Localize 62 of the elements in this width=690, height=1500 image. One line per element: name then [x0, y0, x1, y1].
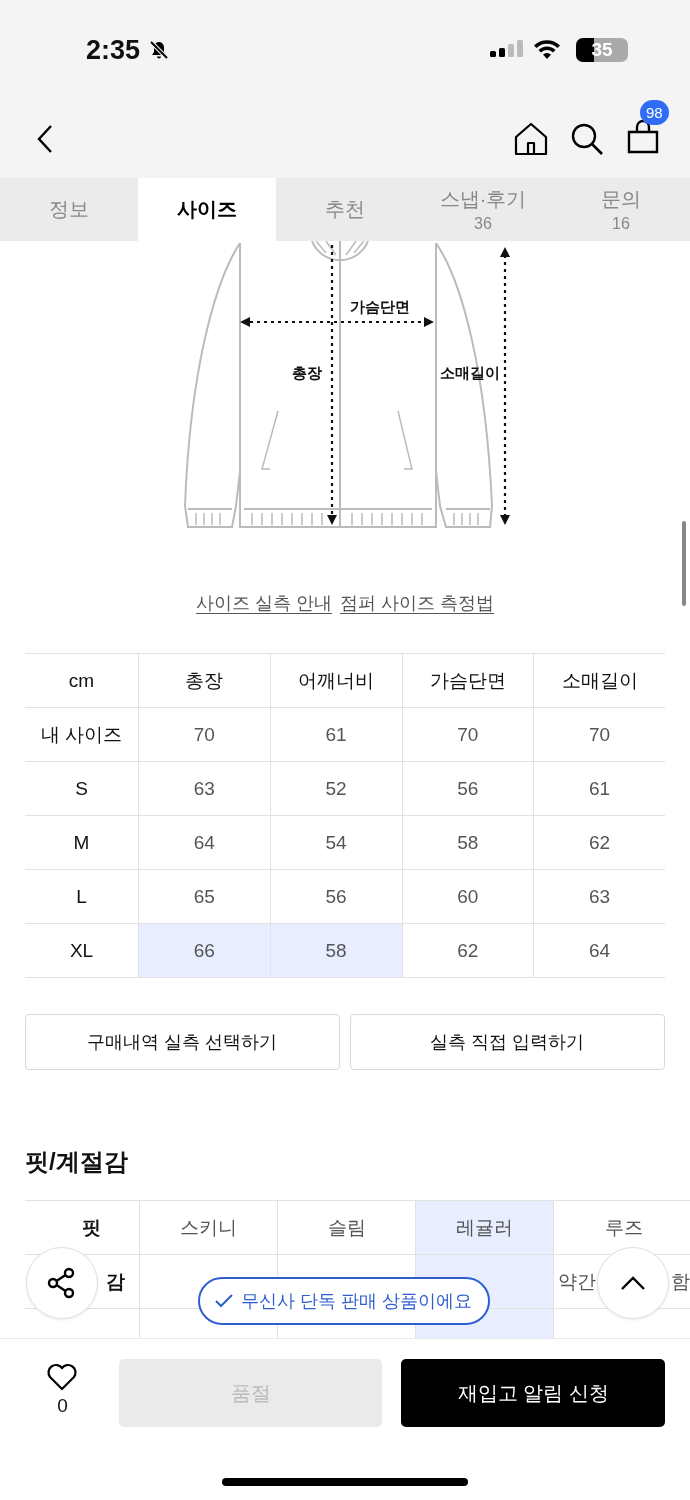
row-header: 감 — [106, 1269, 125, 1294]
table-cell: 64 — [138, 816, 270, 869]
share-button[interactable] — [26, 1247, 98, 1319]
table-cell: 62 — [401, 924, 534, 977]
column-header: 총장 — [138, 654, 270, 707]
section-title: 핏/계절감 — [25, 1147, 129, 1177]
table-cell: 60 — [401, 870, 534, 923]
like-count: 0 — [57, 1395, 68, 1417]
table-cell: 66 — [138, 924, 270, 977]
column-header: 가슴단면 — [401, 654, 534, 707]
restock-button[interactable]: 재입고 알림 신청 — [401, 1359, 665, 1427]
table-cell: 63 — [533, 870, 665, 923]
measure-button[interactable]: 구매내역 실측 선택하기 — [25, 1014, 340, 1070]
bag-icon[interactable] — [626, 120, 660, 154]
table-cell-text: XL — [68, 938, 95, 963]
check-icon — [215, 1294, 234, 1308]
table-cell-text: 루즈 — [605, 1215, 643, 1240]
table-cell: 70 — [401, 708, 534, 761]
table-cell: 58 — [401, 816, 534, 869]
measure-button[interactable]: 실측 직접 입력하기 — [350, 1014, 665, 1070]
chevron-up-icon — [620, 1275, 646, 1291]
table-cell: 61 — [269, 708, 402, 761]
table-cell-text: 슬림 — [327, 1215, 366, 1240]
bell-off-icon — [148, 39, 171, 61]
table-cell: 64 — [533, 924, 665, 977]
table-cell: 70 — [138, 708, 270, 761]
back-icon[interactable] — [36, 124, 54, 154]
table-cell: 56 — [401, 762, 534, 815]
column-header: 소매길이 — [533, 654, 665, 707]
table-cell: 70 — [533, 708, 665, 761]
table-cell-text: M — [72, 830, 91, 855]
wifi-icon — [532, 39, 562, 61]
table-cell-text: 레귤러 — [456, 1215, 513, 1240]
table-cell: 63 — [138, 762, 270, 815]
toast-text: 무신사 단독 판매 상품이에요 — [241, 1290, 473, 1313]
table-cell-text: 스키니 — [180, 1215, 237, 1240]
column-header: cm — [67, 668, 96, 693]
status-time: 2:35 — [86, 34, 141, 66]
table-cell-text: S — [74, 776, 89, 801]
table-cell: 56 — [269, 870, 402, 923]
search-icon[interactable] — [570, 122, 604, 156]
table-cell: 65 — [138, 870, 270, 923]
table-cell-text: 내 사이즈 — [39, 722, 124, 747]
table-cell: 62 — [533, 816, 665, 869]
table-cell-text: L — [75, 884, 88, 909]
guide-link[interactable]: 점퍼 사이즈 측정법 — [340, 591, 494, 615]
column-header: 어깨너비 — [269, 654, 402, 707]
table-cell: 54 — [269, 816, 402, 869]
chest-label: 가슴단면 — [350, 298, 410, 315]
table-cell-text: 약간 — [558, 1269, 596, 1294]
row-header: 핏 — [82, 1215, 101, 1240]
cart-badge: 98 — [640, 100, 669, 125]
table-cell: 52 — [269, 762, 402, 815]
table-cell: 61 — [533, 762, 665, 815]
heart-icon[interactable] — [46, 1363, 79, 1391]
guide-link[interactable]: 사이즈 실측 안내 — [196, 591, 332, 615]
home-icon[interactable] — [514, 122, 548, 156]
length-label: 총장 — [292, 364, 322, 381]
table-cell: 58 — [269, 924, 402, 977]
tab[interactable]: 사이즈 — [138, 178, 276, 241]
table-cell-text: 함 — [671, 1269, 690, 1294]
sleeve-label: 소매길이 — [440, 364, 500, 381]
